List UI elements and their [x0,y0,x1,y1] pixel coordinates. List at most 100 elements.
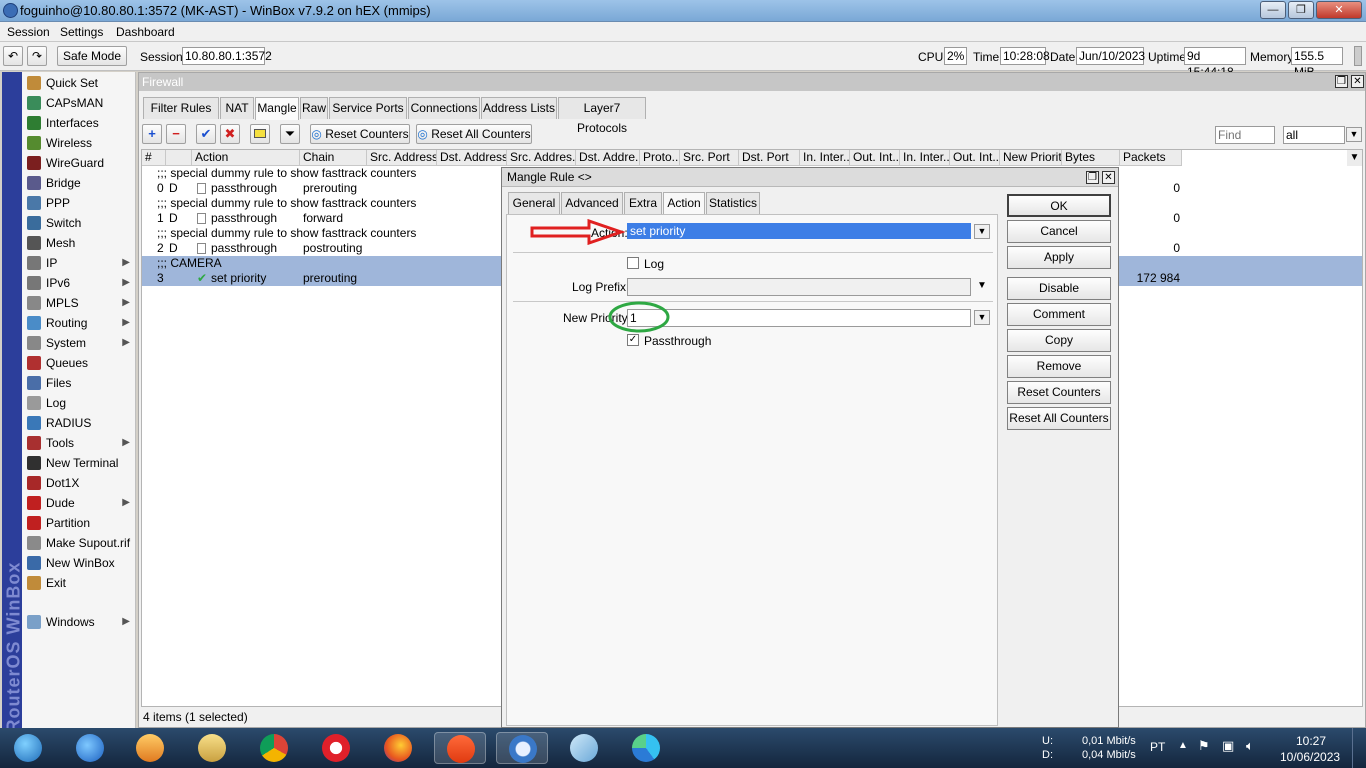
menu-item-ip[interactable]: IP ▶ [22,253,136,273]
toolbar-scroll-handle[interactable] [1354,46,1362,66]
menu-item-wireguard[interactable]: WireGuard [22,153,136,173]
column-header[interactable] [166,150,192,166]
add-icon[interactable]: + [142,124,162,144]
firefox-taskbar-button[interactable] [372,732,424,764]
menu-item-routing[interactable]: Routing ▶ [22,313,136,333]
menu-item-windows[interactable]: Windows ▶ [22,612,136,632]
column-header[interactable]: Src. Address [367,150,437,166]
remove-icon[interactable]: − [166,124,186,144]
clock-time[interactable]: 10:27 [1296,734,1326,748]
firewall-close-icon[interactable]: ✕ [1351,75,1364,88]
log-prefix-input[interactable] [627,278,971,296]
dialog-tab-general[interactable]: General [508,192,560,214]
dialog-close-icon[interactable]: ✕ [1102,171,1115,184]
reset-all-counters-button[interactable]: ◎ Reset All Counters [416,124,532,144]
columns-dropdown-icon[interactable]: ▼ [1347,150,1362,166]
passthrough-checkbox[interactable]: ✓ [627,334,639,346]
menu-item-queues[interactable]: Queues [22,353,136,373]
column-header[interactable]: Src. Addres... [507,150,576,166]
winbox-taskbar-taskbar-button[interactable] [496,732,548,764]
menu-item-radius[interactable]: RADIUS [22,413,136,433]
column-header[interactable]: Out. Int... [950,150,1000,166]
menu-item-system[interactable]: System ▶ [22,333,136,353]
menu-item-make-supout-rif[interactable]: Make Supout.rif [22,533,136,553]
maximize-button[interactable]: ❐ [1288,1,1314,19]
language-indicator[interactable]: PT [1150,740,1165,754]
menu-item-ipv6[interactable]: IPv6 ▶ [22,273,136,293]
column-header[interactable]: Out. Int... [850,150,900,166]
apply-button[interactable]: Apply [1007,246,1111,269]
menu-item-capsman[interactable]: CAPsMAN [22,93,136,113]
column-header[interactable]: In. Inter... [800,150,850,166]
dialog-tab-statistics[interactable]: Statistics [706,192,760,214]
start-orb-taskbar-button[interactable] [2,732,54,764]
disable-icon[interactable]: ✖ [220,124,240,144]
volume-icon[interactable]: 🔈︎ [1246,738,1254,754]
tab-mangle[interactable]: Mangle [255,97,299,120]
column-header[interactable]: Bytes [1062,150,1120,166]
minimize-button[interactable]: — [1260,1,1286,19]
firewall-maximize-icon[interactable]: ❐ [1335,75,1348,88]
comment-icon[interactable] [250,124,270,144]
menu-item-partition[interactable]: Partition [22,513,136,533]
dialog-tab-advanced[interactable]: Advanced [561,192,623,214]
tab-nat[interactable]: NAT [220,97,254,119]
menu-item-quick-set[interactable]: Quick Set [22,73,136,93]
dialog-tab-extra[interactable]: Extra [624,192,662,214]
dialog-tab-action[interactable]: Action [663,192,705,215]
menu-session[interactable]: Session [7,25,50,39]
menu-item-exit[interactable]: Exit [22,573,136,593]
ok-button[interactable]: OK [1007,194,1111,217]
menu-dashboard[interactable]: Dashboard [116,25,175,39]
new-priority-input[interactable]: 1 [627,309,971,327]
column-header[interactable]: Action [192,150,300,166]
tab-address-lists[interactable]: Address Lists [481,97,557,119]
new-priority-dropdown-icon[interactable]: ▼ [974,310,990,325]
column-header[interactable]: Proto... [640,150,680,166]
menu-item-log[interactable]: Log [22,393,136,413]
tray-expand-icon[interactable]: ▲ [1178,740,1188,751]
menu-item-files[interactable]: Files [22,373,136,393]
column-header[interactable]: New Priority [1000,150,1062,166]
menu-item-mpls[interactable]: MPLS ▶ [22,293,136,313]
column-header[interactable]: Chain [300,150,367,166]
enable-icon[interactable]: ✔ [196,124,216,144]
column-header[interactable]: Dst. Port [739,150,800,166]
comment-button[interactable]: Comment [1007,303,1111,326]
opera-taskbar-button[interactable] [310,732,362,764]
safe-mode-button[interactable]: Safe Mode [57,46,127,66]
column-header[interactable]: # [142,150,166,166]
column-header[interactable]: Src. Port [680,150,739,166]
ie-taskbar-button[interactable] [64,732,116,764]
network-icon[interactable]: ▣ [1222,738,1234,754]
menu-item-new-terminal[interactable]: New Terminal [22,453,136,473]
cancel-button[interactable]: Cancel [1007,220,1111,243]
edge-taskbar-button[interactable] [620,732,672,764]
tab-service-ports[interactable]: Service Ports [329,97,407,119]
filter-dropdown-icon[interactable]: ▼ [1346,127,1362,142]
clock-date[interactable]: 10/06/2023 [1280,750,1340,764]
find-input[interactable] [1215,126,1275,144]
brave-taskbar-button[interactable] [434,732,486,764]
menu-item-bridge[interactable]: Bridge [22,173,136,193]
media-player-taskbar-button[interactable] [124,732,176,764]
column-header[interactable]: Packets [1120,150,1182,166]
copy-button[interactable]: Copy [1007,329,1111,352]
menu-item-interfaces[interactable]: Interfaces [22,113,136,133]
reset-all-counters-button[interactable]: Reset All Counters [1007,407,1111,430]
reset-counters-button[interactable]: Reset Counters [1007,381,1111,404]
show-desktop-button[interactable] [1352,728,1366,768]
menu-item-ppp[interactable]: PPP [22,193,136,213]
menu-settings[interactable]: Settings [60,25,103,39]
tab-raw[interactable]: Raw [300,97,328,119]
column-header[interactable]: Dst. Addre... [576,150,640,166]
menu-item-switch[interactable]: Switch [22,213,136,233]
tab-connections[interactable]: Connections [408,97,480,119]
menu-item-dude[interactable]: Dude ▶ [22,493,136,513]
menu-item-mesh[interactable]: Mesh [22,233,136,253]
disable-button[interactable]: Disable [1007,277,1111,300]
chrome-taskbar-button[interactable] [248,732,300,764]
filter-icon[interactable]: ⏷ [280,124,300,144]
menu-item-new-winbox[interactable]: New WinBox [22,553,136,573]
reset-counters-button[interactable]: ◎ Reset Counters [310,124,410,144]
